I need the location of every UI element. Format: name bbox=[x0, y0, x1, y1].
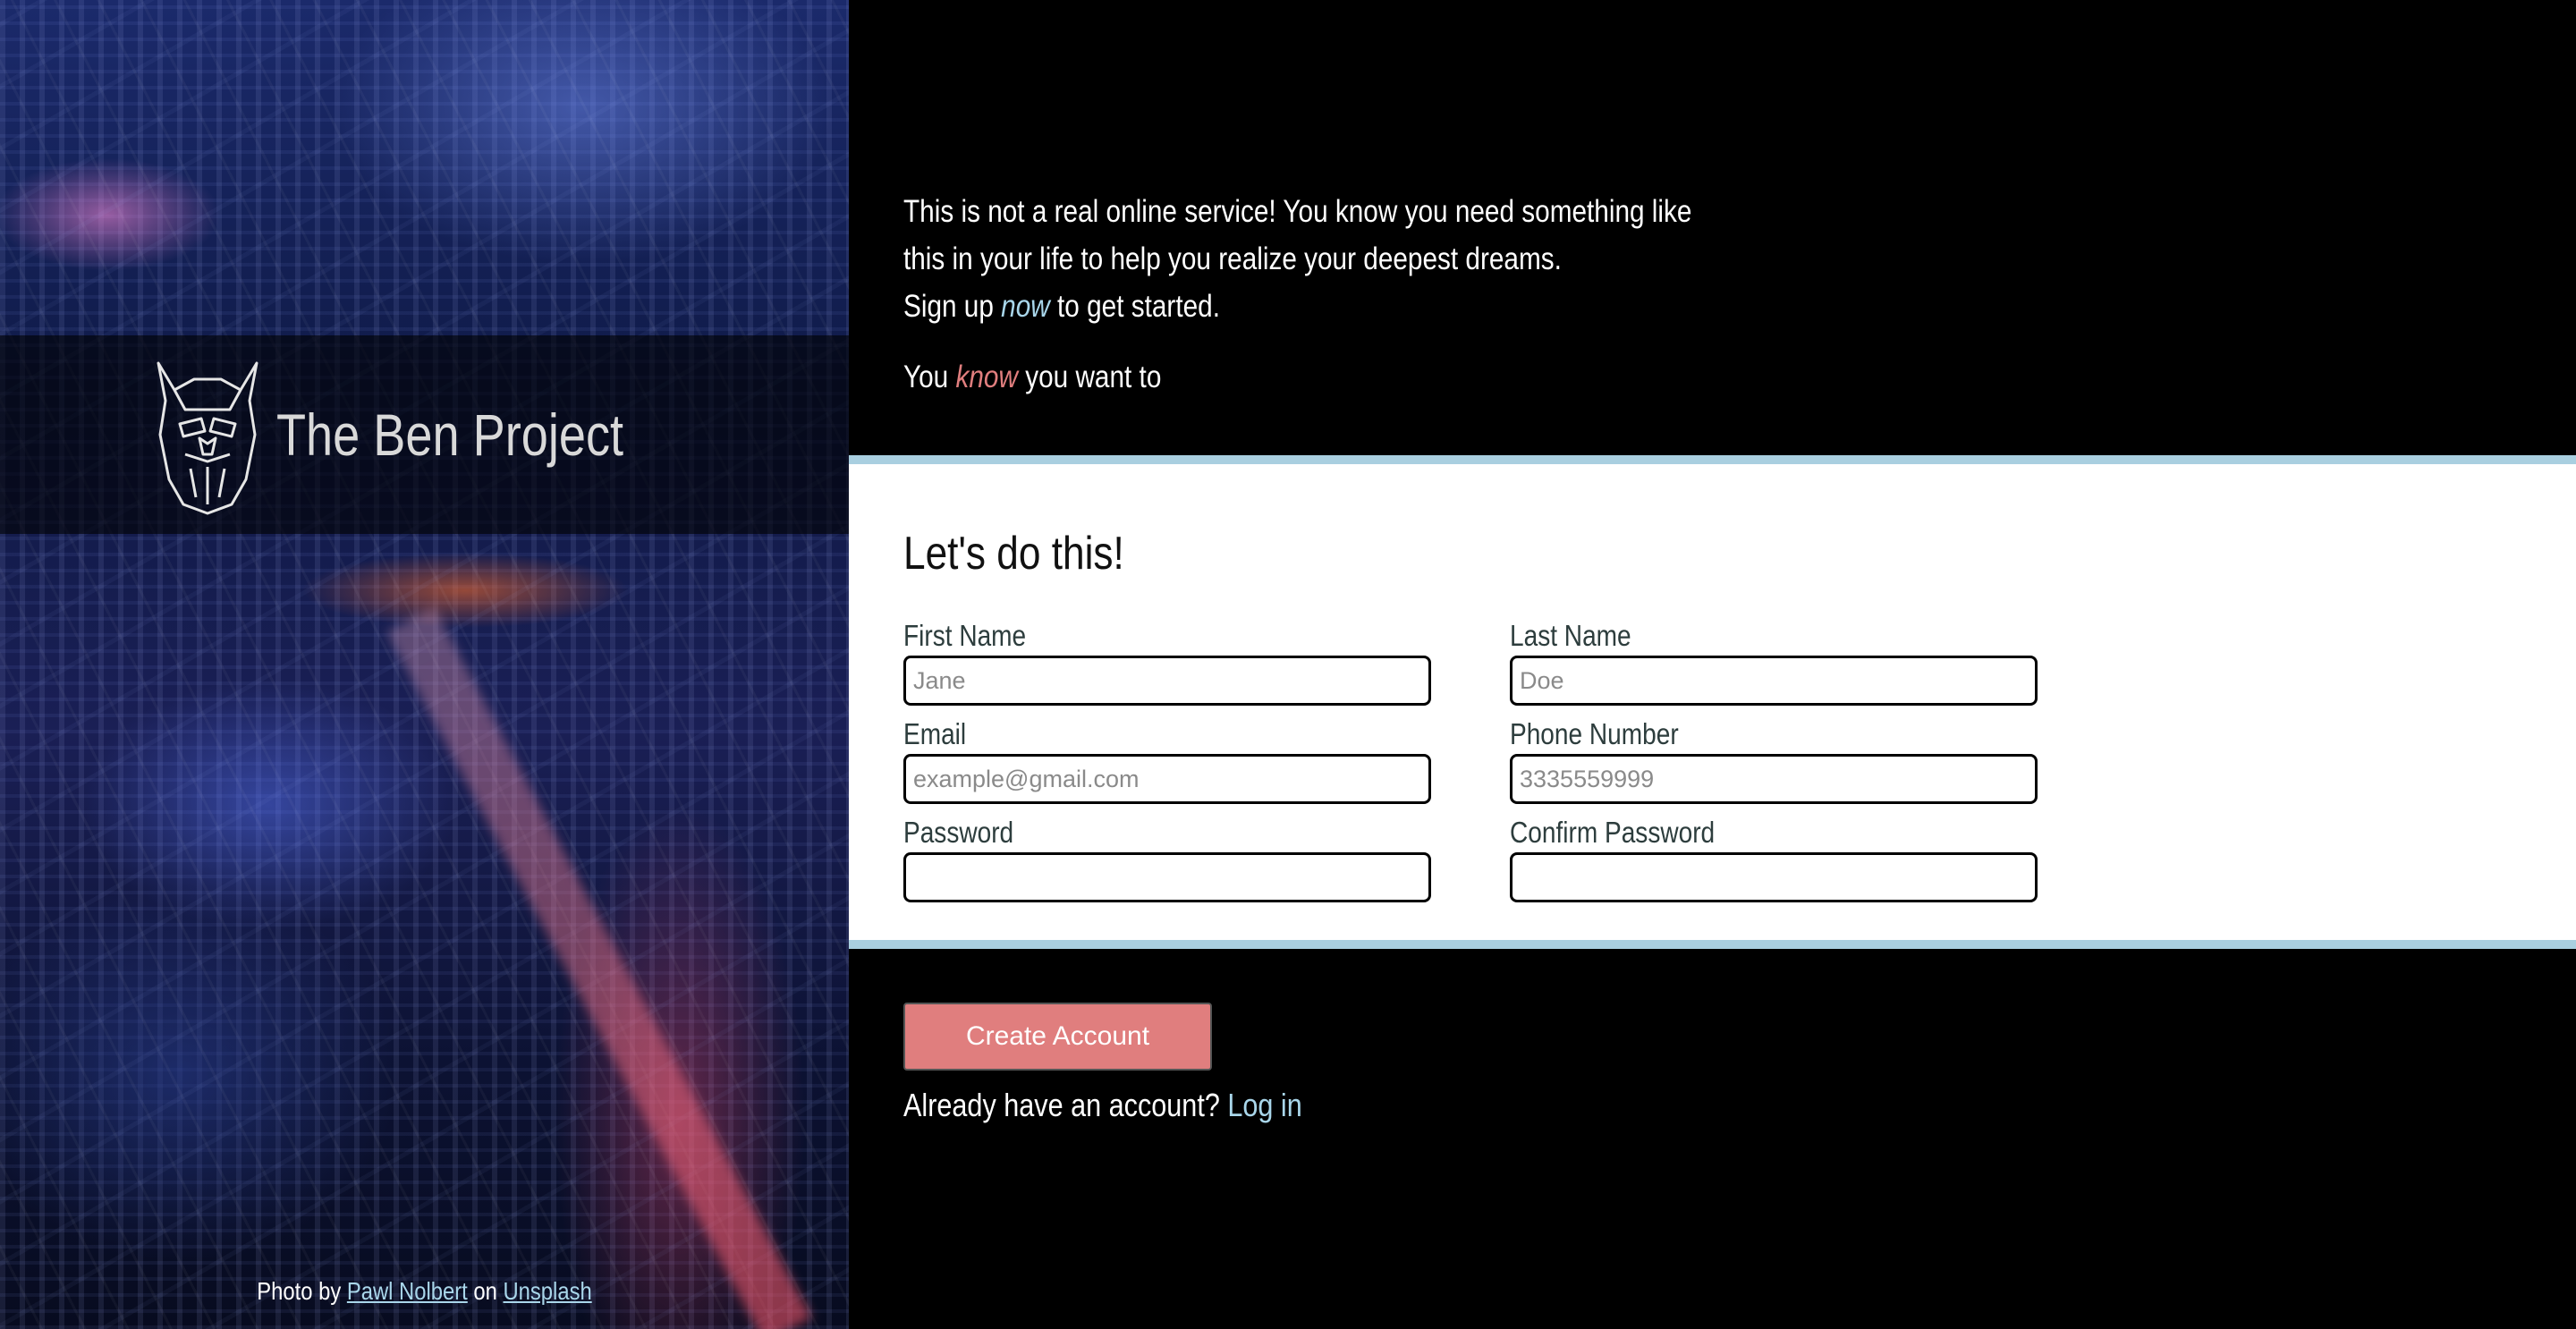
confirm-password-group: Confirm Password bbox=[1510, 815, 2038, 902]
confirm-password-label: Confirm Password bbox=[1510, 816, 1716, 849]
confirm-password-input[interactable] bbox=[1510, 852, 2038, 902]
credit-site-link[interactable]: Unsplash bbox=[503, 1277, 591, 1305]
signup-form-section: Let's do this! First Name Last Name Emai… bbox=[849, 455, 2576, 949]
credit-middle: on bbox=[473, 1277, 497, 1305]
intro-text: This is not a real online service! You k… bbox=[903, 188, 1702, 330]
email-input[interactable] bbox=[903, 754, 1431, 804]
last-name-group: Last Name bbox=[1510, 618, 2038, 706]
login-prompt-text: Already have an account? bbox=[903, 1087, 1220, 1123]
tagline: You know you want to bbox=[903, 353, 1702, 401]
email-label: Email bbox=[903, 717, 967, 750]
phone-label: Phone Number bbox=[1510, 717, 1679, 750]
login-prompt: Already have an account? Log in bbox=[903, 1087, 2326, 1124]
tagline-prefix: You bbox=[903, 360, 949, 394]
first-name-label: First Name bbox=[903, 619, 1027, 652]
password-group: Password bbox=[903, 815, 1431, 902]
phone-group: Phone Number bbox=[1510, 716, 2038, 804]
password-label: Password bbox=[903, 816, 1014, 849]
password-input[interactable] bbox=[903, 852, 1431, 902]
last-name-label: Last Name bbox=[1510, 619, 1631, 652]
signup-suffix: to get started. bbox=[1057, 289, 1220, 324]
first-name-input[interactable] bbox=[903, 656, 1431, 706]
email-group: Email bbox=[903, 716, 1431, 804]
photo-credit: Photo by Pawl Nolbert on Unsplash bbox=[64, 1277, 785, 1306]
credit-prefix: Photo by bbox=[257, 1277, 342, 1305]
login-link[interactable]: Log in bbox=[1227, 1087, 1301, 1123]
intro-line: This is not a real online service! You k… bbox=[903, 194, 1692, 276]
first-name-group: First Name bbox=[903, 618, 1431, 706]
signup-form: First Name Last Name Email Phone Number … bbox=[903, 618, 2576, 902]
phone-input[interactable] bbox=[1510, 754, 2038, 804]
main-column: This is not a real online service! You k… bbox=[849, 0, 2576, 1329]
create-account-button[interactable]: Create Account bbox=[903, 1003, 1212, 1071]
viking-bearded-head-icon bbox=[157, 361, 258, 515]
last-name-input[interactable] bbox=[1510, 656, 2038, 706]
actions-section: Create Account Already have an account? … bbox=[849, 949, 2576, 1329]
tagline-emphasis: know bbox=[955, 360, 1018, 394]
hero-panel: The Ben Project Photo by Pawl Nolbert on… bbox=[0, 0, 849, 1329]
form-title: Let's do this! bbox=[903, 528, 1124, 580]
tagline-suffix: you want to bbox=[1025, 360, 1162, 394]
intro-section: This is not a real online service! You k… bbox=[849, 0, 2576, 455]
credit-author-link[interactable]: Pawl Nolbert bbox=[347, 1277, 468, 1305]
signup-prefix: Sign up bbox=[903, 289, 994, 324]
brand-name: The Ben Project bbox=[275, 402, 623, 468]
signup-emphasis: now bbox=[1001, 289, 1050, 324]
brand-banner: The Ben Project bbox=[0, 335, 849, 534]
